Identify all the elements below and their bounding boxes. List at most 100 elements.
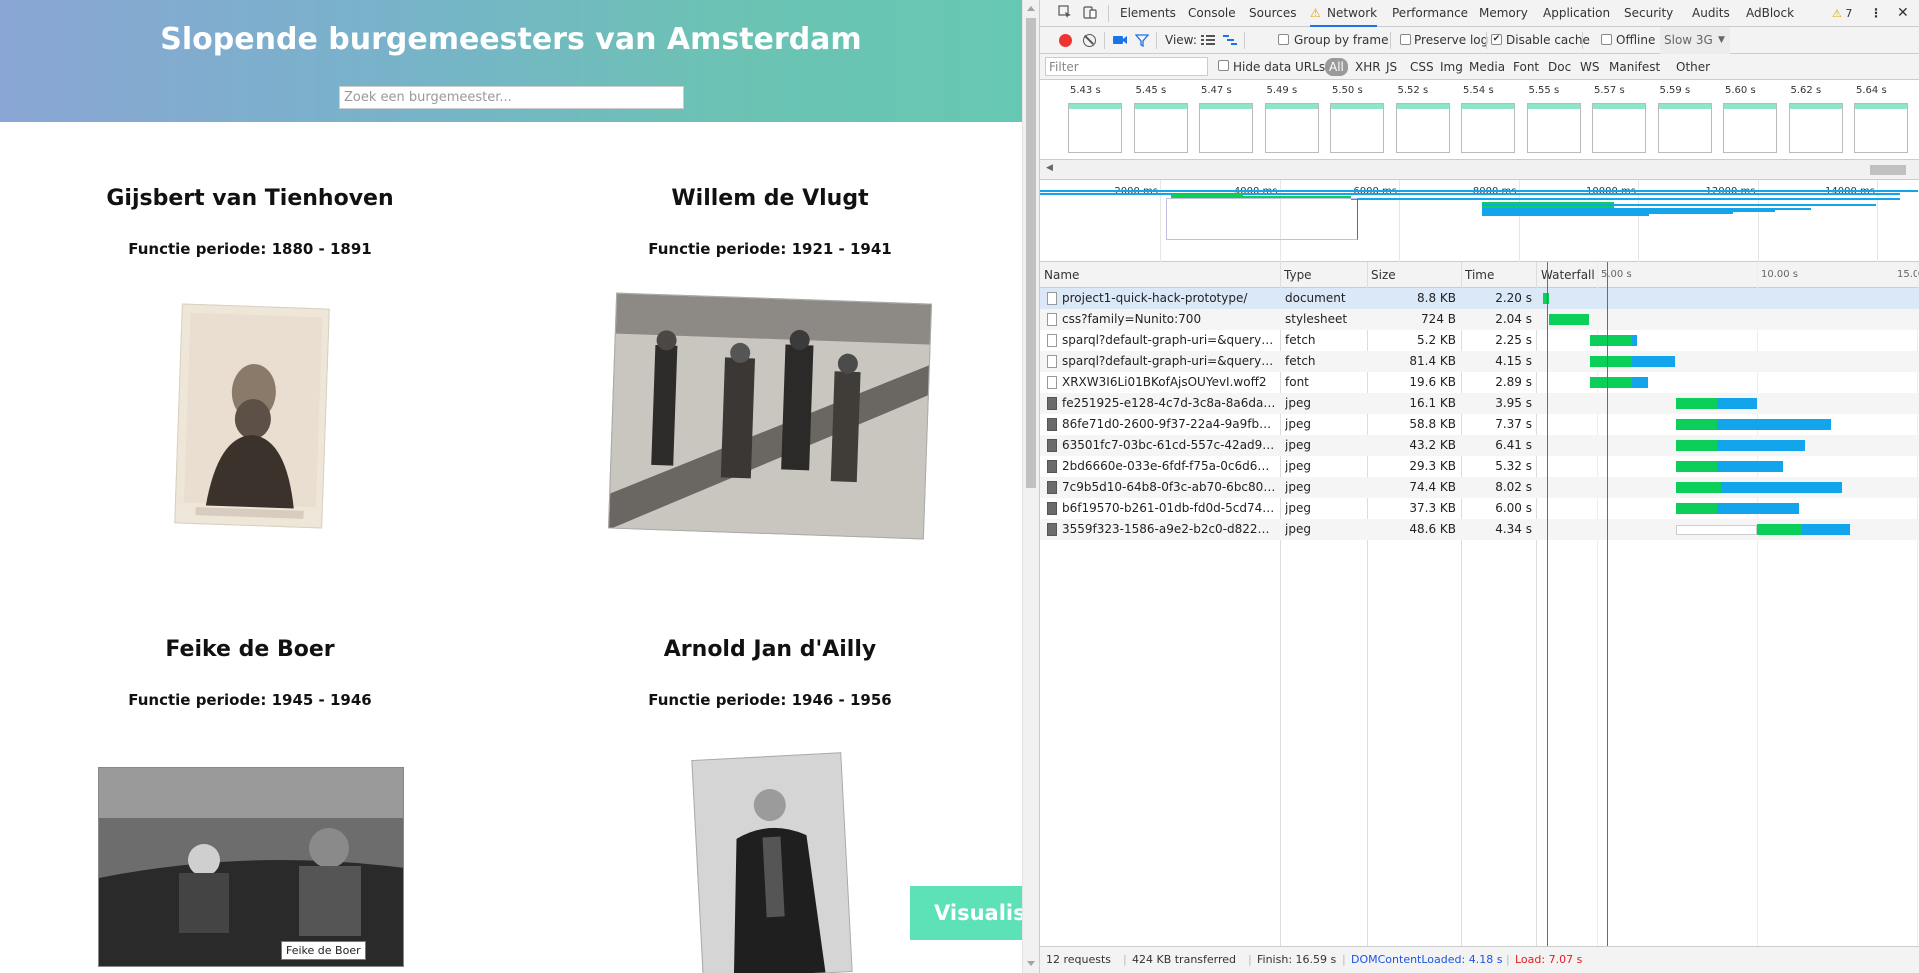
filter-type-other[interactable]: Other (1676, 54, 1710, 80)
disable-cache-checkbox[interactable]: ✔ (1491, 34, 1502, 45)
tab-network[interactable]: ⚠ Network (1310, 0, 1378, 27)
request-row[interactable]: project1-quick-hack-prototype/document 8.… (1040, 288, 1919, 309)
screenshot-thumbnail[interactable] (1592, 103, 1646, 153)
mayor-photo[interactable] (607, 292, 933, 540)
filter-icon[interactable] (1134, 33, 1150, 50)
screenshot-thumbnail[interactable] (1199, 103, 1253, 153)
scroll-down-arrow-icon[interactable] (1027, 961, 1035, 966)
filter-type-media[interactable]: Media (1469, 54, 1505, 80)
filter-type-js[interactable]: JS (1386, 54, 1397, 80)
throttling-select[interactable]: Slow 3G ▼ (1660, 27, 1730, 54)
column-size[interactable]: Size (1367, 262, 1461, 288)
image-icon (1047, 523, 1057, 536)
request-name: sparql?default-graph-uri=&query=%0... (1062, 333, 1276, 347)
request-row[interactable]: sparql?default-graph-uri=&query=%0... fet… (1040, 330, 1919, 351)
screenshot-thumbnail[interactable] (1133, 103, 1188, 153)
filter-type-ws[interactable]: WS (1580, 54, 1599, 80)
mayor-photo[interactable] (98, 767, 404, 967)
screenshot-thumbnail[interactable] (1723, 103, 1777, 153)
request-time: 2.25 s (1495, 333, 1532, 347)
request-row[interactable]: css?family=Nunito:700 stylesheet 724 B 2.04… (1040, 309, 1919, 330)
request-row[interactable]: XRXW3I6Li01BKofAjsOUYevI.woff2 font 19.6 K… (1040, 372, 1919, 393)
filter-type-font[interactable]: Font (1513, 54, 1539, 80)
screenshot-thumbnail[interactable] (1395, 103, 1450, 153)
mayor-name: Feike de Boer (165, 637, 335, 662)
scroll-thumb[interactable] (1026, 18, 1036, 488)
divider (1390, 32, 1391, 49)
request-row[interactable]: sparql?default-graph-uri=&query=%0... fet… (1040, 351, 1919, 372)
request-row[interactable]: 3559f323-1586-a9e2-b2c0-d8226129... jpeg 4… (1040, 519, 1919, 540)
large-rows-icon[interactable] (1201, 34, 1215, 49)
finish-time: Finish: 16.59 s (1257, 953, 1337, 966)
request-row[interactable]: 2bd6660e-033e-6fdf-f75a-0c6d663ce... jpeg… (1040, 456, 1919, 477)
screenshot-thumbnail[interactable] (1526, 103, 1581, 153)
clear-icon[interactable] (1083, 34, 1096, 47)
column-name[interactable]: Name (1040, 262, 1280, 288)
warnings-counter[interactable]: ⚠ 7 (1832, 0, 1852, 27)
screenshot-thumbnail[interactable] (1330, 103, 1384, 153)
request-row[interactable]: 86fe71d0-2600-9f37-22a4-9a9fb9f012... jpe… (1040, 414, 1919, 435)
screenshot-thumbnail[interactable] (1854, 103, 1908, 153)
tab-audits[interactable]: Audits (1692, 0, 1730, 27)
screenshot-thumbnail[interactable] (1788, 103, 1843, 153)
screenshot-thumbnail[interactable] (1657, 103, 1712, 153)
filter-type-img[interactable]: Img (1440, 54, 1463, 80)
filter-type-css[interactable]: CSS (1410, 54, 1434, 80)
scroll-up-arrow-icon[interactable] (1027, 6, 1035, 11)
screenshot-thumbnail[interactable] (1264, 103, 1319, 153)
record-icon[interactable] (1059, 34, 1072, 47)
tab-adblock[interactable]: AdBlock (1746, 0, 1794, 27)
screenshot-thumbnail[interactable] (1461, 103, 1515, 153)
column-type[interactable]: Type (1280, 262, 1367, 288)
column-time[interactable]: Time (1461, 262, 1536, 288)
filter-type-xhr[interactable]: XHR (1355, 54, 1381, 80)
tab-elements[interactable]: Elements (1120, 0, 1176, 27)
page-scrollbar[interactable] (1022, 0, 1039, 973)
request-row[interactable]: 63501fc7-03bc-61cd-557c-42ad94ee1... jpeg… (1040, 435, 1919, 456)
filter-input[interactable] (1045, 57, 1208, 76)
visualisatie-button[interactable]: Visualisatie (910, 886, 1022, 940)
request-row[interactable]: 7c9b5d10-64b8-0f3c-ab70-6bc80e62c... jpeg… (1040, 477, 1919, 498)
tab-memory[interactable]: Memory (1479, 0, 1528, 27)
divider (1108, 5, 1109, 22)
device-toolbar-icon[interactable] (1082, 5, 1098, 21)
close-icon[interactable]: ✕ (1897, 0, 1909, 27)
overview-waterfall-icon[interactable] (1223, 34, 1237, 49)
devtools-panel: Elements Console Sources ⚠ Network Perfo… (1039, 0, 1919, 973)
group-by-frame-checkbox[interactable] (1278, 34, 1289, 45)
capture-screenshots-icon[interactable] (1112, 33, 1128, 50)
scroll-left-arrow-icon[interactable]: ◀ (1046, 163, 1053, 173)
tab-performance[interactable]: Performance (1392, 0, 1468, 27)
divider: | (1123, 953, 1127, 966)
filter-type-doc[interactable]: Doc (1548, 54, 1571, 80)
filter-type-manifest[interactable]: Manifest (1609, 54, 1660, 80)
warning-count: 7 (1845, 7, 1853, 20)
column-waterfall[interactable]: Waterfall (1537, 262, 1597, 288)
tab-sources[interactable]: Sources (1249, 0, 1296, 27)
inspect-element-icon[interactable] (1057, 5, 1073, 21)
tab-application[interactable]: Application (1543, 0, 1610, 27)
overview-selection[interactable] (1166, 198, 1358, 240)
request-row[interactable]: fe251925-e128-4c7d-3c8a-8a6dacf9c... jpeg… (1040, 393, 1919, 414)
scroll-thumb[interactable] (1870, 165, 1906, 175)
screenshots-scrollbar[interactable]: ◀ (1040, 160, 1919, 180)
mayor-photo[interactable] (691, 752, 853, 973)
hide-data-urls-checkbox[interactable] (1218, 60, 1229, 71)
screenshot-thumbnail[interactable] (1068, 103, 1122, 153)
preserve-log-checkbox[interactable] (1400, 34, 1411, 45)
screenshots-strip[interactable]: 5.43 s 5.45 s 5.47 s 5.49 s 5.50 s 5.52 s 5.54… (1040, 80, 1919, 160)
search-input[interactable] (339, 86, 684, 109)
tab-console[interactable]: Console (1188, 0, 1236, 27)
more-options-icon[interactable]: ⋮ (1870, 0, 1882, 27)
filter-type-all[interactable]: All (1325, 58, 1348, 76)
request-time: 3.95 s (1495, 396, 1532, 410)
timeline-overview[interactable]: 2000 ms4000 ms6000 ms8000 ms10000 ms1200… (1040, 180, 1919, 262)
offline-checkbox[interactable] (1601, 34, 1612, 45)
overview-request-bar (1482, 214, 1650, 216)
mayor-photo[interactable] (174, 303, 330, 529)
tab-security[interactable]: Security (1624, 0, 1673, 27)
offline-label: Offline (1616, 33, 1656, 47)
screenshot-time: 5.64 s (1856, 85, 1887, 96)
request-row[interactable]: b6f19570-b261-01db-fd0d-5cd7464b... jpeg 3… (1040, 498, 1919, 519)
screenshot-time: 5.55 s (1528, 85, 1560, 96)
